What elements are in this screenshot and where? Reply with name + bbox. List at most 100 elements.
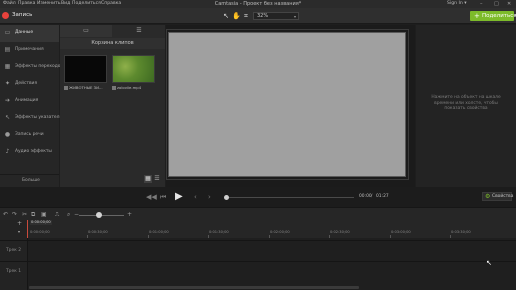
timeline-toolbar: ↶ ↷ ✂ ⧉ ▣ ⎍ ⌕ − + <box>0 207 516 220</box>
clip-label: zoloviie.mp4 <box>117 85 142 90</box>
plus-icon: + <box>474 12 480 20</box>
tick-mark <box>87 235 88 238</box>
current-time: 00:00 <box>359 194 372 199</box>
tick-label: 0:01:00;00 <box>149 230 169 234</box>
canvas-area: ▦ ☰ <box>144 25 415 187</box>
total-time: 01:27 <box>376 194 389 199</box>
track-row[interactable]: Трек 1 <box>0 261 516 281</box>
close-icon[interactable]: ✕ <box>507 1 511 7</box>
sidebar-item-label: Действия <box>15 81 38 86</box>
record-label: Запись <box>12 12 33 18</box>
clip-item[interactable]: ЖИВОТНЫЕ ЗИ... <box>64 55 107 90</box>
scrub-handle[interactable] <box>224 195 229 200</box>
bin-view-toggle: ▦ ☰ <box>144 175 162 184</box>
sidebar-item-label: Анимация <box>15 98 39 103</box>
media-icon: ▭ <box>4 29 11 36</box>
track-row[interactable]: Трек 2 <box>0 240 516 260</box>
transition-icon: ▦ <box>4 63 11 70</box>
scrub-track[interactable] <box>226 197 354 198</box>
sidebar-item-behaviors[interactable]: ✦ Действия <box>0 76 59 93</box>
record-button[interactable]: Запись <box>2 11 42 21</box>
tick-label: 0:00:30;00 <box>88 230 108 234</box>
step-back-icon[interactable]: ◀◀ <box>146 193 157 201</box>
tick-mark <box>329 235 330 238</box>
chevron-down-icon[interactable]: ▾ <box>18 229 20 234</box>
sidebar-item-annotations[interactable]: ▤ Примечания <box>0 42 59 59</box>
sidebar-item-media[interactable]: ▭ Данные <box>0 25 59 42</box>
properties-button[interactable]: ⚙ Свойства <box>482 192 514 201</box>
rewind-icon[interactable]: ⏮ <box>160 193 166 201</box>
split-icon[interactable]: ⎍ <box>55 211 59 218</box>
timeline-zoom-handle[interactable] <box>96 212 102 218</box>
track-label: Трек 1 <box>6 269 22 274</box>
crop-icon[interactable]: ⌗ <box>242 12 250 20</box>
cursor-effects-icon: ↖ <box>4 114 11 121</box>
zoom-in-icon[interactable]: + <box>127 211 132 218</box>
sidebar-item-label: Эффекты переходов <box>15 64 64 69</box>
share-button[interactable]: + Поделиться <box>470 11 516 21</box>
track-divider <box>27 238 28 290</box>
clip-item[interactable]: zoloviie.mp4 <box>112 55 155 90</box>
properties-hint: Нажмите на объект на шкале времени или х… <box>431 95 501 112</box>
film-icon <box>112 85 116 90</box>
sidebar-item-label: Примечания <box>15 47 44 52</box>
list-view-icon[interactable]: ☰ <box>153 175 161 183</box>
media-bin-panel: ▭ ☰ Корзина клипов ЖИВОТНЫЕ ЗИ... zolovi… <box>60 25 165 187</box>
maximize-icon[interactable]: □ <box>494 1 499 7</box>
playback-controls: ◀◀ ⏮ ▶ ‹ › 00:00 / 01:27 ⚙ Свойства <box>0 187 516 207</box>
sidebar-item-animation[interactable]: ➔ Анимация <box>0 93 59 110</box>
microphone-icon: ● <box>4 131 11 138</box>
timeline-scrollbar[interactable] <box>29 286 359 289</box>
play-icon[interactable]: ▶ <box>175 191 183 202</box>
tick-mark <box>450 235 451 238</box>
clip-thumbnail <box>112 55 155 83</box>
undo-icon[interactable]: ↶ <box>3 211 8 218</box>
minimize-icon[interactable]: – <box>480 1 483 7</box>
redo-icon[interactable]: ↷ <box>12 211 17 218</box>
annotation-icon: ▤ <box>4 46 11 53</box>
sidebar-item-transitions[interactable]: ▦ Эффекты переходов <box>0 59 63 76</box>
copy-icon[interactable]: ⧉ <box>31 211 35 218</box>
sidebar-item-label: Эффекты указателя <box>15 115 63 120</box>
tick-label: 0:02:30;00 <box>330 230 350 234</box>
tick-label: 0:03:30;00 <box>451 230 471 234</box>
canvas-zoom-select[interactable]: 32% ▾ <box>253 12 299 20</box>
library-tab-icon: ☰ <box>136 27 142 34</box>
audio-effects-icon: ♪ <box>5 148 10 155</box>
tab-media-bin[interactable]: ▭ <box>60 25 112 37</box>
next-icon[interactable]: › <box>208 193 211 201</box>
share-label: Поделиться <box>482 13 516 19</box>
clip-label: ЖИВОТНЫЕ ЗИ... <box>69 85 103 90</box>
properties-label: Свойства <box>492 194 514 199</box>
cut-icon[interactable]: ✂ <box>22 211 27 218</box>
timeline: + ▾ 0:00:00;00 0:00:00;00 0:00:30;00 0:0… <box>0 220 516 290</box>
sidebar-item-cursor-effects[interactable]: ↖ Эффекты указателя <box>0 110 63 127</box>
previous-icon[interactable]: ‹ <box>194 193 197 201</box>
sidebar-item-audio-effects[interactable]: ♪ Аудио эффекты <box>0 144 59 161</box>
playhead[interactable] <box>27 220 28 238</box>
grid-view-icon[interactable]: ▦ <box>144 175 152 183</box>
record-icon <box>2 12 9 19</box>
properties-panel: Нажмите на объект на шкале времени или х… <box>416 25 516 187</box>
animation-icon: ➔ <box>4 97 11 104</box>
sidebar-item-voice-narration[interactable]: ● Запись речи <box>0 127 59 144</box>
timeline-ruler[interactable]: 0:00:00;00 0:00:00;00 0:00:30;00 0:01:00… <box>27 220 516 238</box>
sidebar-item-label: Запись речи <box>15 132 44 137</box>
arrow-pointer-icon[interactable]: ↖ <box>222 12 230 20</box>
main-toolbar: Запись ↖ ✋ ⌗ 32% ▾ + Поделиться <box>0 8 516 24</box>
behavior-icon: ✦ <box>4 80 11 87</box>
add-track-icon[interactable]: + <box>17 220 22 227</box>
gear-icon: ⚙ <box>485 193 491 200</box>
sidebar-item-label: Данные <box>15 30 34 35</box>
tab-library[interactable]: ☰ <box>113 25 165 37</box>
more-tools-label: Больше <box>22 178 40 183</box>
sign-in-link[interactable]: Sign In ▾ <box>447 1 467 6</box>
tick-mark <box>148 235 149 238</box>
more-tools-bar[interactable]: Больше + <box>0 174 66 186</box>
tick-label: 0:01:30;00 <box>209 230 229 234</box>
chevron-down-icon: ▾ <box>293 14 296 19</box>
hand-pan-icon[interactable]: ✋ <box>232 12 241 20</box>
preview-canvas[interactable] <box>168 32 406 177</box>
paste-icon[interactable]: ▣ <box>41 211 47 218</box>
track-label: Трек 2 <box>6 248 22 253</box>
